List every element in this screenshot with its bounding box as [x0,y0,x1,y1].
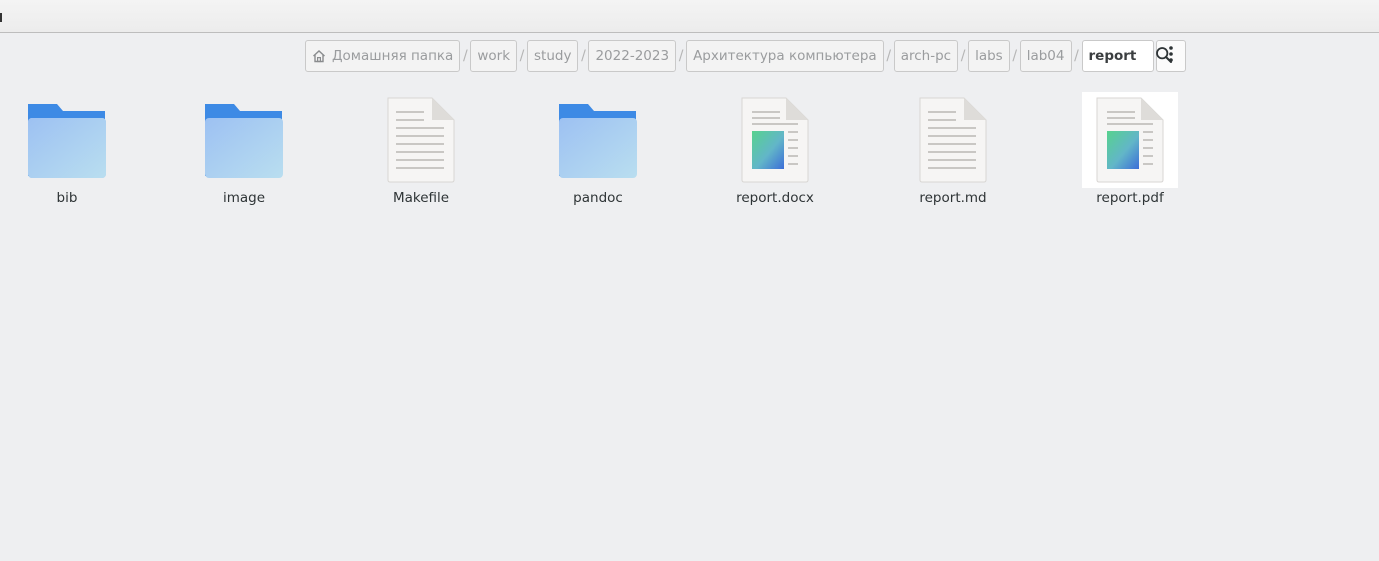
file-name: Makefile [392,190,450,206]
file-item-bib[interactable]: bib [7,92,127,212]
window-edge-mark [0,13,2,22]
document-icon [1082,92,1178,188]
breadcrumb-separator: / [1074,48,1079,64]
file-name: report.pdf [1096,190,1164,206]
breadcrumb-home[interactable]: Домашняя папка [305,40,461,72]
breadcrumb-separator: / [886,48,892,64]
file-item-report-docx[interactable]: report.docx [715,92,835,212]
file-item-makefile[interactable]: Makefile [361,92,481,212]
file-grid: bib image Makefile pandoc report.docx re… [0,80,1379,561]
breadcrumb-separator: / [1012,48,1018,64]
breadcrumb-computer-architecture[interactable]: Архитектура компьютера [686,40,884,72]
folder-icon [19,92,115,188]
text-file-icon [373,92,469,188]
breadcrumb-arch-pc[interactable]: arch-pc [893,40,959,72]
toolbar: Домашняя папка / work / study / 2022-202… [0,33,1379,79]
breadcrumb: Домашняя папка / work / study / 2022-202… [305,40,1186,72]
breadcrumb-separator: / [960,48,966,64]
breadcrumb-separator: / [462,48,468,64]
home-icon [312,49,326,63]
breadcrumb-2022-2023[interactable]: 2022-2023 [588,40,677,72]
breadcrumb-lab04[interactable]: lab04 [1019,40,1072,72]
file-item-report-md[interactable]: report.md [893,92,1013,212]
breadcrumb-separator: / [519,48,525,64]
breadcrumb-work[interactable]: work [470,40,518,72]
breadcrumb-study[interactable]: study [527,40,579,72]
search-button[interactable] [1152,45,1176,69]
text-file-icon [905,92,1001,188]
file-item-image[interactable]: image [184,92,304,212]
file-name: bib [56,190,78,206]
window-title-bar [0,0,1379,33]
file-item-report-pdf[interactable]: report.pdf [1070,92,1190,212]
document-icon [727,92,823,188]
file-name: report.docx [736,190,814,206]
breadcrumb-current[interactable]: report [1081,40,1154,72]
folder-icon [550,92,646,188]
search-icon [1155,46,1173,68]
folder-icon [196,92,292,188]
breadcrumb-label: Домашняя папка [332,48,454,64]
breadcrumb-labs[interactable]: labs [968,40,1010,72]
file-item-pandoc[interactable]: pandoc [538,92,658,212]
file-name: image [222,190,266,206]
breadcrumb-separator: / [678,48,684,64]
file-name: pandoc [573,190,623,206]
breadcrumb-separator: / [581,48,586,64]
file-name: report.md [919,190,987,206]
